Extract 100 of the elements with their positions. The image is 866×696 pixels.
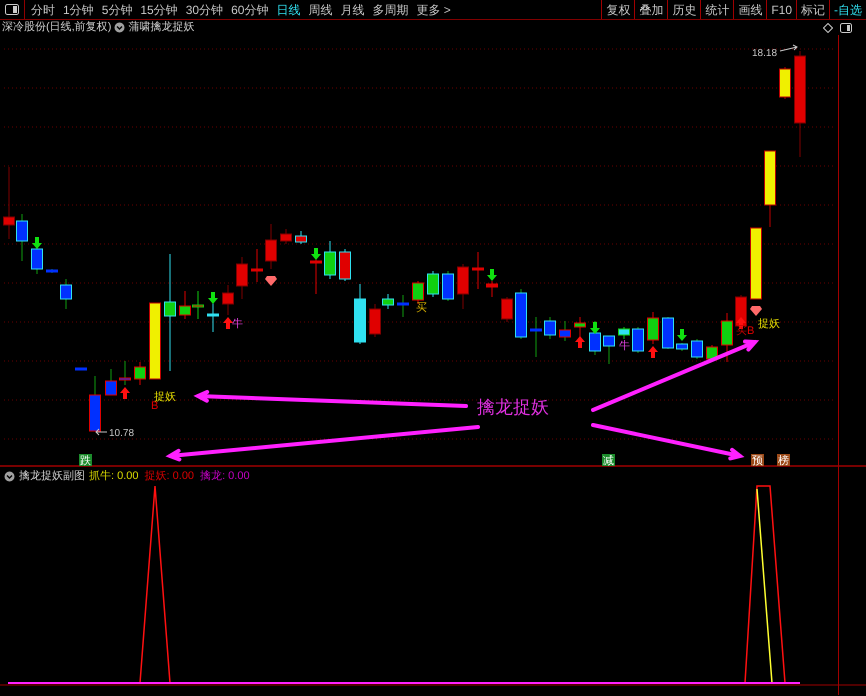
signal-tag: 预 <box>751 454 764 467</box>
candle <box>354 284 366 344</box>
candle <box>779 66 791 100</box>
candle <box>559 320 571 342</box>
candle <box>427 270 439 298</box>
annotation-text: 擒龙捉妖 <box>477 397 549 418</box>
arrow-icon <box>780 44 798 52</box>
candle <box>457 264 469 310</box>
candle <box>706 344 718 362</box>
candle <box>603 336 615 364</box>
subchart-title: 擒龙捉妖副图 <box>19 469 85 484</box>
period-tab[interactable]: 1分钟 <box>63 0 94 18</box>
candle <box>721 312 733 362</box>
diamond-icon[interactable] <box>823 23 833 33</box>
toolbar-button[interactable]: 统计 <box>700 0 734 19</box>
up-arrow-icon <box>223 317 233 329</box>
candle <box>574 316 586 338</box>
candle <box>265 224 277 270</box>
signal-tag: 榜 <box>777 454 790 467</box>
period-tab[interactable]: 60分钟 <box>231 0 268 18</box>
toolbar-button[interactable]: 标记 <box>796 0 829 19</box>
candle <box>339 248 351 282</box>
candle <box>647 312 659 344</box>
down-arrow-icon <box>311 248 321 260</box>
period-tab[interactable]: 5分钟 <box>102 0 132 18</box>
signal-tag: 减 <box>602 454 615 467</box>
price-label: 18.18 <box>752 48 778 59</box>
candle <box>618 326 630 340</box>
down-arrow-icon <box>32 237 42 249</box>
up-arrow-icon <box>575 336 585 348</box>
candle <box>46 268 58 274</box>
candle <box>530 316 542 358</box>
candle <box>691 338 703 360</box>
up-arrow-icon <box>120 387 130 399</box>
candle <box>280 228 292 244</box>
candle <box>324 240 336 280</box>
indicator-reading: 擒龙: 0.00 <box>200 469 250 484</box>
candle <box>179 290 191 320</box>
indicator-reading: 抓牛: 0.00 <box>89 469 139 484</box>
toolbar-button[interactable]: 叠加 <box>634 0 668 19</box>
panel-icon[interactable] <box>840 23 852 33</box>
down-arrow-icon <box>208 292 218 304</box>
panel-icon[interactable] <box>5 4 19 15</box>
period-tab[interactable]: 更多 > <box>416 0 451 18</box>
candle <box>60 278 72 310</box>
period-tab[interactable]: 日线 <box>276 0 300 18</box>
chevron-circle-icon[interactable] <box>114 22 126 33</box>
chevron-circle-icon[interactable] <box>4 470 15 482</box>
gem-icon <box>265 276 277 286</box>
period-tab[interactable]: 分时 <box>31 0 55 18</box>
gem-icon <box>750 306 762 316</box>
indicator-reading: 捉妖: 0.00 <box>144 469 194 484</box>
signal-label: 捉妖 <box>154 391 176 403</box>
signal-tag: 跌 <box>79 454 92 467</box>
candle <box>192 290 204 320</box>
candle <box>134 362 146 386</box>
candle <box>750 228 762 300</box>
period-tab[interactable]: 15分钟 <box>140 0 178 18</box>
candle <box>676 342 688 352</box>
signal-label: 牛 <box>619 340 630 352</box>
indicator-name[interactable]: 蒲啸擒龙捉妖 <box>128 19 194 36</box>
candle <box>397 294 409 318</box>
candle <box>501 296 513 322</box>
candle <box>295 230 307 244</box>
toolbar-button[interactable]: 历史 <box>667 0 700 19</box>
candle <box>472 252 484 290</box>
period-tab[interactable]: 周线 <box>308 0 332 18</box>
candle <box>486 280 498 298</box>
candle <box>442 270 454 302</box>
toolbar-button[interactable]: 复权 <box>601 0 634 19</box>
candle <box>251 248 263 282</box>
arrow-icon <box>95 428 108 436</box>
period-tab[interactable]: 月线 <box>340 0 364 18</box>
candle <box>119 360 131 386</box>
candle <box>222 284 234 316</box>
candle <box>236 256 248 300</box>
down-arrow-icon <box>487 269 497 281</box>
up-arrow-icon <box>648 346 658 358</box>
candle <box>89 376 101 432</box>
toolbar-button[interactable]: F10 <box>766 0 796 19</box>
down-arrow-icon <box>590 322 600 334</box>
candle <box>515 288 527 340</box>
period-tab[interactable]: 多周期 <box>372 0 408 18</box>
down-arrow-icon <box>677 329 687 341</box>
signal-label: 买 <box>416 302 427 314</box>
period-tab[interactable]: 30分钟 <box>186 0 224 18</box>
toolbar-button[interactable]: -自选 <box>829 0 866 19</box>
candle <box>589 320 601 356</box>
price-label: 10.78 <box>109 428 134 439</box>
signal-label: 捉妖 <box>758 318 780 330</box>
candle <box>105 368 117 396</box>
signal-label: 买 <box>736 325 747 337</box>
candle <box>662 316 674 350</box>
signal-label: B <box>151 400 158 412</box>
toolbar-button[interactable]: 画线 <box>733 0 766 19</box>
candle <box>632 326 644 354</box>
signal-label: 牛 <box>232 318 243 330</box>
stock-title: 深冷股份(日线,前复权) <box>2 20 112 36</box>
candle <box>544 316 556 340</box>
signal-label: B <box>747 325 754 337</box>
